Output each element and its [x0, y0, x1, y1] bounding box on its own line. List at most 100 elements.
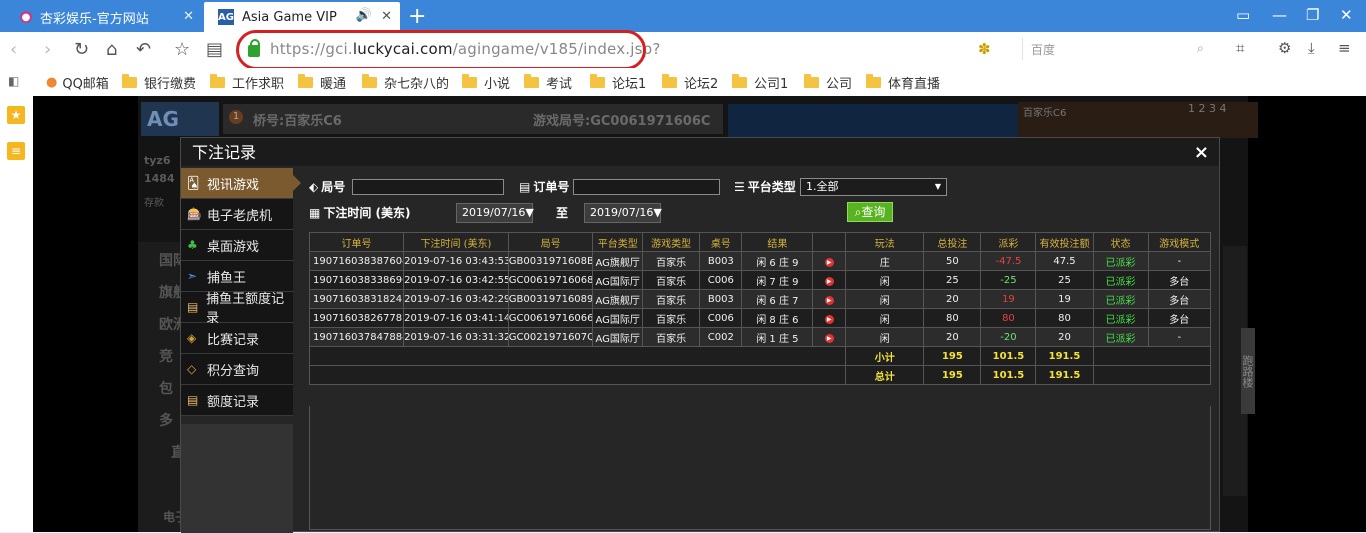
sidebar-toggle-icon[interactable]: ▭: [1236, 6, 1250, 24]
bookmark-folder[interactable]: 暖通: [298, 73, 346, 92]
close-tab-icon[interactable]: ✕: [183, 9, 194, 24]
bg-deposit: 存款: [144, 198, 164, 209]
platform-select[interactable]: 1.全部 ▼: [800, 178, 947, 196]
platform-cell: AG国际厅: [592, 308, 644, 328]
nav-live-game[interactable]: 🂡 视讯游戏: [181, 168, 301, 199]
mode-cell: 多台: [1147, 270, 1211, 290]
bookmark-folder[interactable]: 小说: [462, 73, 510, 92]
notes-icon[interactable]: ≡: [7, 142, 25, 160]
search-box[interactable]: 百度 ⌕: [1022, 38, 1219, 60]
subtotal-valid: 191.5: [1035, 346, 1094, 366]
bg-vertical-tab: 跑路楼: [1241, 328, 1255, 414]
qq-icon: ●: [46, 75, 58, 90]
mode-cell: -: [1147, 327, 1211, 347]
restore-icon[interactable]: ❐: [1306, 6, 1319, 24]
nav-label: 捕鱼王: [207, 270, 247, 286]
bookmark-folder[interactable]: 工作求职: [210, 73, 284, 92]
nav-label: 额度记录: [207, 394, 260, 410]
table-cell: C006: [699, 308, 743, 328]
order-input[interactable]: [573, 179, 720, 195]
nav-table-game[interactable]: ♣ 桌面游戏: [181, 230, 293, 261]
total-valid: 191.5: [1035, 365, 1094, 385]
bookmark-folder[interactable]: 公司: [804, 73, 852, 92]
bookmark-folder[interactable]: 体育直播: [866, 73, 940, 92]
bg-right-label: 百家乐C6: [1023, 108, 1067, 119]
tab-xingcai[interactable]: ● 杏彩娱乐-官方网站 ✕: [6, 2, 202, 32]
bookmark-folder[interactable]: 银行缴费: [122, 73, 196, 92]
bookmark-folder[interactable]: 论坛2: [662, 73, 718, 92]
total-payout: 101.5: [980, 365, 1037, 385]
play-replay-icon[interactable]: ▶: [824, 314, 834, 324]
reader-icon[interactable]: ▤: [206, 39, 223, 60]
refresh-icon[interactable]: ↻: [74, 39, 89, 60]
nav-slot-machine[interactable]: 🎰 电子老虎机: [181, 199, 293, 230]
bet-cell: 25: [923, 270, 982, 290]
play-replay-icon[interactable]: ▶: [824, 276, 834, 286]
result-cell: 闲 6 庄 7: [741, 289, 814, 309]
bookmark-folder[interactable]: 公司1: [732, 73, 788, 92]
tag-icon: ◈: [187, 331, 197, 345]
query-button[interactable]: ⌕查询: [847, 202, 893, 222]
search-icon[interactable]: ⌕: [1197, 41, 1204, 56]
menu-icon[interactable]: ≡: [1338, 39, 1351, 57]
date-to-select[interactable]: 2019/07/16▼: [584, 203, 662, 223]
round-cell: GB00319716089: [507, 289, 594, 309]
undo-icon[interactable]: ↶: [136, 39, 151, 60]
favorite-star-icon[interactable]: ☆: [174, 39, 190, 60]
nav-empty-area: [181, 424, 293, 533]
close-tab-icon[interactable]: ✕: [381, 9, 392, 24]
search-input[interactable]: 百度: [1031, 41, 1055, 58]
minimize-icon[interactable]: —: [1272, 6, 1287, 24]
back-icon[interactable]: ‹: [10, 39, 17, 60]
round-input[interactable]: [352, 179, 504, 195]
replay-cell: ▶: [812, 327, 847, 347]
bookmark-folder[interactable]: 杂七杂八的: [362, 73, 449, 92]
new-tab-button[interactable]: +: [408, 4, 426, 29]
bookmark-folder[interactable]: 考试: [524, 73, 572, 92]
date-from-select[interactable]: 2019/07/16▼: [456, 203, 534, 223]
bee-extension-icon[interactable]: ✽: [978, 40, 991, 58]
column-header: 总投注: [923, 232, 982, 252]
column-header: 桌号: [699, 232, 743, 252]
status-cell: 已派彩: [1092, 270, 1149, 290]
table-header-row: 订单号 下注时间 (美东) 局号 平台类型 游戏类型 桌号 结果 玩法 总投注 …: [308, 232, 1211, 252]
time-cell: 2019-07-16 03:42:55: [403, 270, 509, 290]
nav-label: 积分查询: [207, 363, 260, 379]
replay-cell: ▶: [812, 270, 847, 290]
bookmark-qqmail[interactable]: ● QQ邮箱: [46, 73, 109, 92]
close-window-icon[interactable]: ✕: [1340, 6, 1353, 24]
play-replay-icon[interactable]: ▶: [824, 257, 834, 267]
play-cell: 闲: [845, 289, 925, 309]
nav-match-record[interactable]: ◈ 比赛记录: [181, 323, 293, 354]
download-icon[interactable]: ⤓: [1308, 39, 1315, 57]
platform-label: ☰ 平台类型: [734, 179, 796, 195]
order-cell: 190716038318241: [308, 289, 405, 309]
tab-asia-game-vip[interactable]: AG Asia Game VIP 🔊 ✕: [204, 2, 400, 32]
table-cell: B003: [699, 289, 743, 309]
valid-bet-cell: 20: [1035, 327, 1094, 347]
nav-credit-record[interactable]: ▤ 额度记录: [181, 385, 293, 416]
tools-icon[interactable]: ⚙: [1278, 39, 1291, 57]
play-replay-icon[interactable]: ▶: [824, 333, 834, 343]
game-cell: 百家乐: [642, 308, 701, 328]
play-replay-icon[interactable]: ▶: [824, 295, 834, 305]
folder-icon: [866, 74, 881, 88]
mode-cell: 多台: [1147, 308, 1211, 328]
audio-icon[interactable]: 🔊: [356, 8, 372, 23]
bookmark-toggle-icon[interactable]: ◧: [8, 74, 19, 88]
modal-close-button[interactable]: ×: [1194, 142, 1209, 163]
nav-points-query[interactable]: ◇ 积分查询: [181, 354, 293, 385]
result-cell: 闲 6 庄 9: [741, 251, 814, 271]
forward-icon[interactable]: ›: [44, 39, 51, 60]
bg-category: 竞: [159, 349, 173, 365]
round-number-badge: 1: [229, 110, 243, 124]
nav-fishing-credit[interactable]: ▤ 捕鱼王额度记录: [181, 292, 293, 326]
column-header: 玩法: [845, 232, 925, 252]
column-header: 有效投注额: [1035, 232, 1094, 252]
play-cell: 闲: [845, 308, 925, 328]
favorites-star-icon[interactable]: ★: [7, 106, 25, 124]
bookmark-folder[interactable]: 论坛1: [590, 73, 646, 92]
home-icon[interactable]: ⌂: [106, 39, 117, 60]
status-cell: 已派彩: [1092, 289, 1149, 309]
screenshot-icon[interactable]: ⌗: [1236, 39, 1244, 57]
